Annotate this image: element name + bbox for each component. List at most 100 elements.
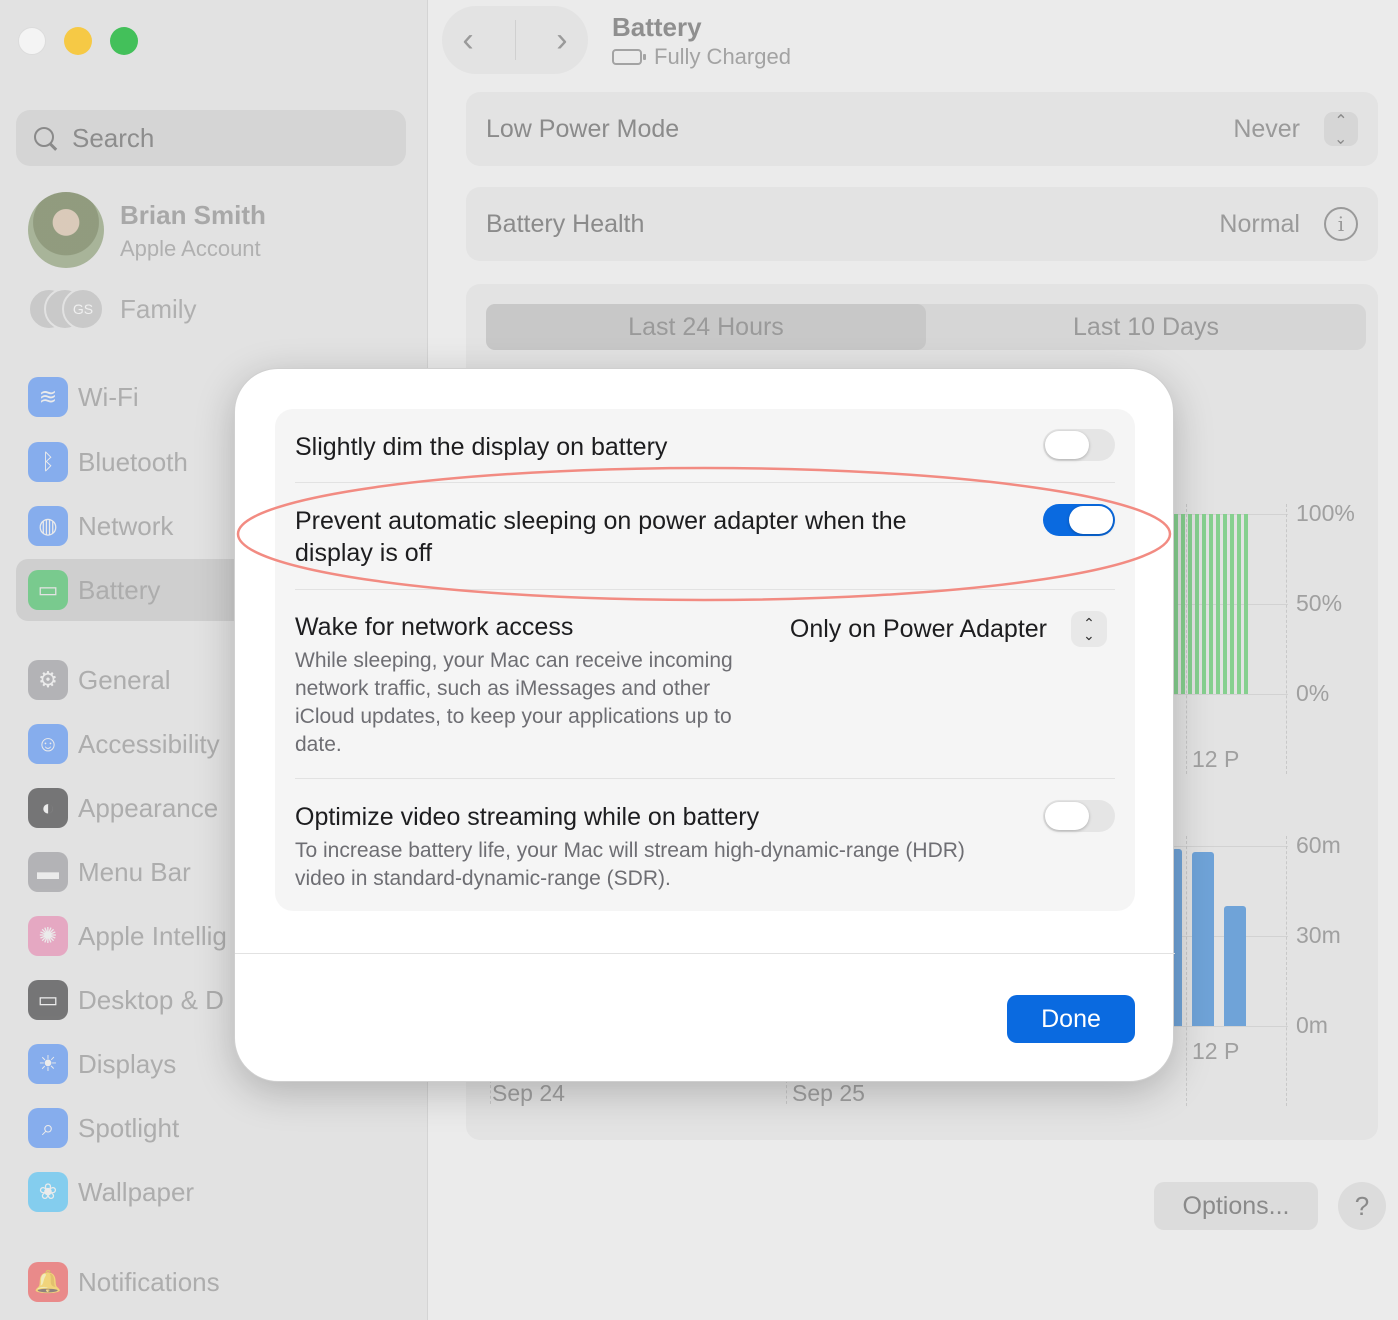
page-subtitle: Fully Charged [612, 44, 791, 70]
minimize-window-button[interactable] [64, 27, 92, 55]
sidebar-item-label: Displays [78, 1048, 177, 1079]
history-navigation: ‹ › [442, 6, 588, 74]
search-placeholder: Search [72, 122, 155, 153]
battery-level-bar [1181, 514, 1185, 694]
close-window-button[interactable] [18, 27, 46, 55]
level-axis-tick-0: 0% [1296, 680, 1330, 706]
level-time-label: 12 P [1192, 746, 1240, 772]
sidebar-item-label: Network [78, 510, 174, 541]
sidebar-item-label: Wi-Fi [78, 381, 139, 412]
usage-axis-tick-60m: 60m [1296, 832, 1341, 858]
battery-level-bar [1223, 514, 1227, 694]
low-power-mode-value: Never [1233, 114, 1300, 143]
date-label-sep-25: Sep 25 [792, 1080, 865, 1106]
spotlight-icon: ⌕ [28, 1108, 68, 1148]
sidebar-item-label: Bluetooth [78, 446, 188, 477]
sidebar-item-label: Notifications [78, 1266, 220, 1297]
done-button[interactable]: Done [1007, 995, 1135, 1043]
page-title: Battery [612, 12, 702, 42]
sidebar-item-label: Appearance [78, 792, 219, 823]
tab-last-24-hours[interactable]: Last 24 Hours [486, 304, 926, 350]
option-optimize-video: Optimize video streaming while on batter… [295, 801, 1115, 893]
sidebar-item-label: Desktop & D [78, 984, 224, 1015]
option-title: Slightly dim the display on battery [295, 433, 668, 461]
gridline [1172, 1026, 1288, 1027]
info-icon[interactable]: i [1324, 207, 1358, 241]
options-button[interactable]: Options... [1154, 1182, 1318, 1230]
low-power-mode-row: Low Power Mode Never ⌃ ⌃ [466, 92, 1378, 166]
sidebar-item-label: Apple Intellig [78, 920, 227, 951]
option-title: Optimize video streaming while on batter… [295, 803, 760, 831]
menu-bar-icon: ▬ [28, 852, 68, 892]
battery-level-bar [1244, 514, 1248, 694]
wallpaper-icon: ❀ [28, 1172, 68, 1212]
help-button[interactable]: ? [1338, 1182, 1386, 1230]
gridline-vertical [1186, 504, 1187, 774]
sidebar-item-notifications[interactable]: 🔔 Notifications [16, 1251, 406, 1313]
battery-level-bar [1202, 514, 1206, 694]
popup-stepper: ⌃ ⌃ [1071, 611, 1107, 647]
notifications-icon: 🔔 [28, 1262, 68, 1302]
wake-network-popup[interactable]: Only on Power Adapter ⌃ ⌃ [790, 611, 1107, 647]
apple-account-item[interactable]: Brian Smith Apple Account [28, 192, 408, 270]
time-range-segmented-control: Last 24 Hours Last 10 Days [486, 304, 1366, 350]
desktop-dock-icon: ▭ [28, 980, 68, 1020]
displays-icon: ☀ [28, 1044, 68, 1084]
usage-time-label: 12 P [1192, 1038, 1240, 1064]
sidebar-item-label: Wallpaper [78, 1176, 195, 1207]
usage-bar [1224, 906, 1246, 1026]
highlight-annotation [236, 466, 1172, 602]
sidebar-item-spotlight[interactable]: ⌕ Spotlight [16, 1097, 406, 1159]
gridline-vertical [1286, 836, 1287, 1106]
chevron-down-icon: ⌃ [1083, 627, 1095, 643]
battery-health-row: Battery Health Normal i [466, 187, 1378, 261]
level-axis-tick-50: 50% [1296, 590, 1343, 616]
account-subtitle: Apple Account [120, 236, 261, 261]
sidebar-item-label: Spotlight [78, 1112, 180, 1143]
family-avatar: GS [62, 288, 104, 330]
toggle-knob [1045, 431, 1089, 459]
usage-axis-tick-0m: 0m [1296, 1012, 1328, 1038]
footer-divider [235, 953, 1175, 954]
back-button[interactable]: ‹ [462, 21, 473, 60]
battery-icon: ▭ [28, 570, 68, 610]
option-description: While sleeping, your Mac can receive inc… [295, 649, 733, 756]
usage-bar [1192, 852, 1214, 1026]
battery-level-bar [1195, 514, 1199, 694]
sidebar-item-label: General [78, 664, 171, 695]
avatar [28, 192, 104, 268]
accessibility-icon: ☺ [28, 724, 68, 764]
maximize-window-button[interactable] [110, 27, 138, 55]
nav-separator [514, 20, 516, 60]
battery-level-bar [1209, 514, 1213, 694]
search-input[interactable]: Search [16, 110, 406, 166]
family-avatars: GS [28, 288, 106, 330]
family-label: Family [120, 294, 197, 324]
low-power-mode-label: Low Power Mode [486, 114, 680, 143]
family-item[interactable]: GS Family [28, 286, 408, 332]
low-power-mode-popup[interactable]: ⌃ ⌃ [1324, 112, 1358, 146]
level-axis-tick-100: 100% [1296, 500, 1355, 526]
optimize-video-toggle[interactable] [1043, 800, 1115, 832]
sidebar-item-label: Menu Bar [78, 856, 191, 887]
wifi-icon: ≋ [28, 377, 68, 417]
battery-level-bar [1237, 514, 1241, 694]
forward-button[interactable]: › [556, 21, 567, 60]
toggle-knob [1045, 802, 1089, 830]
chevron-up-icon: ⌃ [1334, 113, 1348, 130]
charge-status: Fully Charged [654, 44, 791, 69]
battery-health-label: Battery Health [486, 209, 645, 238]
option-wake-network: Wake for network access While sleeping, … [295, 611, 1115, 759]
apple-intelligence-icon: ✺ [28, 916, 68, 956]
wake-network-value: Only on Power Adapter [789, 614, 1047, 643]
battery-level-bar [1216, 514, 1220, 694]
dim-display-toggle[interactable] [1043, 429, 1115, 461]
usage-axis-tick-30m: 30m [1296, 922, 1341, 948]
sidebar-item-wallpaper[interactable]: ❀ Wallpaper [16, 1161, 406, 1223]
tab-last-10-days[interactable]: Last 10 Days [926, 304, 1366, 350]
search-icon [32, 125, 58, 151]
battery-charging-icon [612, 49, 646, 65]
bluetooth-icon: ᛒ [28, 442, 68, 482]
gridline [1172, 846, 1288, 847]
battery-health-value: Normal [1219, 209, 1300, 238]
